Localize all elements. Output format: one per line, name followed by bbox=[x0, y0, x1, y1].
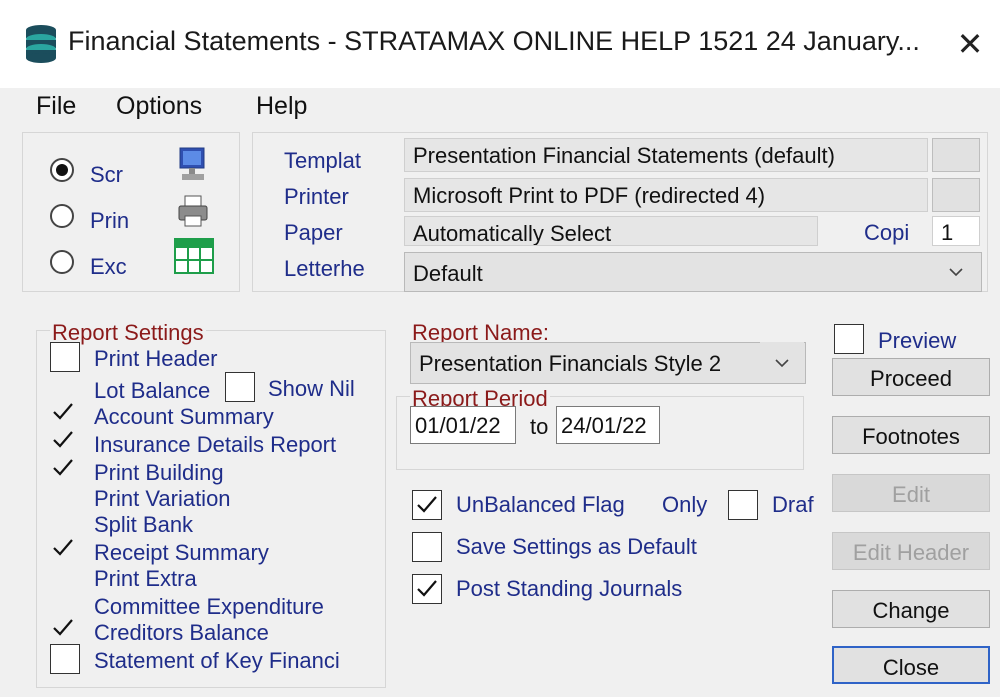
template-field[interactable]: Presentation Financial Statements (defau… bbox=[404, 138, 928, 172]
chevron-down-icon bbox=[775, 359, 789, 368]
printer-browse-button[interactable] bbox=[932, 178, 980, 212]
title-bar: Financial Statements - STRATAMAX ONLINE … bbox=[0, 0, 1000, 88]
checkmark-icon bbox=[53, 459, 73, 476]
checkmark-icon bbox=[53, 619, 73, 636]
footnotes-button[interactable]: Footnotes bbox=[832, 416, 990, 454]
report-setting-label: Statement of Key Financi bbox=[94, 648, 340, 673]
radio-excel[interactable] bbox=[50, 250, 74, 274]
preview-label: Preview bbox=[878, 328, 957, 353]
save-default-label: Save Settings as Default bbox=[456, 534, 697, 559]
checkmark-icon bbox=[417, 496, 437, 513]
report-setting-checkbox[interactable] bbox=[50, 482, 76, 508]
copies-label: Copi bbox=[864, 220, 910, 245]
report-setting-checkbox[interactable] bbox=[50, 536, 76, 562]
report-setting-label: Creditors Balance bbox=[94, 620, 269, 645]
edit-header-button[interactable]: Edit Header bbox=[832, 532, 990, 570]
radio-printer[interactable] bbox=[50, 204, 74, 228]
report-setting-label: Committee Expenditure bbox=[94, 594, 324, 619]
paper-field[interactable]: Automatically Select bbox=[404, 216, 818, 246]
preview-checkbox[interactable] bbox=[834, 324, 864, 354]
checkmark-icon bbox=[53, 539, 73, 556]
radio-printer-label: Prin bbox=[90, 208, 130, 233]
spreadsheet-icon bbox=[174, 238, 214, 274]
close-button[interactable]: Close bbox=[832, 646, 990, 684]
window-title: Financial Statements - STRATAMAX ONLINE … bbox=[68, 26, 920, 56]
report-name-arrow-area[interactable] bbox=[760, 342, 804, 382]
report-setting-label: Lot Balance bbox=[94, 378, 211, 403]
report-setting-checkbox[interactable] bbox=[50, 644, 80, 674]
period-to-input[interactable]: 24/01/22 bbox=[556, 406, 660, 444]
letterhead-value: Default bbox=[413, 261, 483, 286]
show-nil-checkbox[interactable] bbox=[225, 372, 255, 402]
edit-button[interactable]: Edit bbox=[832, 474, 990, 512]
period-to-label: to bbox=[530, 414, 549, 439]
checkmark-icon bbox=[53, 403, 73, 420]
report-setting-label: Account Summary bbox=[94, 404, 274, 429]
report-name-dropdown[interactable]: Presentation Financials Style 2 bbox=[410, 342, 806, 384]
report-setting-label: Receipt Summary bbox=[94, 540, 269, 565]
report-setting-checkbox[interactable] bbox=[50, 508, 76, 534]
report-setting-label: Split Bank bbox=[94, 512, 194, 537]
period-from-input[interactable]: 01/01/22 bbox=[410, 406, 516, 444]
monitor-icon bbox=[179, 147, 205, 180]
show-nil-label: Show Nil bbox=[268, 376, 355, 401]
report-setting-label: Insurance Details Report bbox=[94, 432, 337, 457]
report-setting-checkbox[interactable] bbox=[50, 456, 76, 482]
draft-checkbox[interactable] bbox=[728, 490, 758, 520]
chevron-down-icon bbox=[949, 268, 963, 277]
change-button[interactable]: Change bbox=[832, 590, 990, 628]
report-setting-checkbox[interactable] bbox=[50, 590, 76, 616]
report-setting-label: Print Building bbox=[94, 460, 224, 485]
stratamax-logo-icon bbox=[26, 25, 56, 63]
printer-label: Printer bbox=[284, 184, 349, 209]
template-browse-button[interactable] bbox=[932, 138, 980, 172]
menu-file[interactable]: File bbox=[36, 92, 76, 121]
printer-field[interactable]: Microsoft Print to PDF (redirected 4) bbox=[404, 178, 928, 212]
post-journals-label: Post Standing Journals bbox=[456, 576, 683, 601]
report-setting-label: Print Variation bbox=[94, 486, 231, 511]
only-label: Only bbox=[662, 492, 708, 517]
unbalanced-flag-label: UnBalanced Flag bbox=[456, 492, 625, 517]
printer-icon bbox=[178, 195, 208, 227]
report-name-value: Presentation Financials Style 2 bbox=[419, 351, 722, 376]
letterhead-label: Letterhe bbox=[284, 256, 365, 281]
report-setting-label: Print Header bbox=[94, 346, 218, 371]
report-setting-checkbox[interactable] bbox=[50, 562, 76, 588]
report-setting-checkbox[interactable] bbox=[50, 374, 76, 400]
radio-screen-label: Scr bbox=[90, 162, 123, 187]
radio-screen[interactable] bbox=[50, 158, 74, 182]
save-default-checkbox[interactable] bbox=[412, 532, 442, 562]
report-setting-label: Print Extra bbox=[94, 566, 197, 591]
draft-label: Draf bbox=[772, 492, 814, 517]
paper-label: Paper bbox=[284, 220, 343, 245]
report-setting-checkbox[interactable] bbox=[50, 342, 80, 372]
menu-options[interactable]: Options bbox=[116, 92, 202, 121]
letterhead-dropdown[interactable]: Default bbox=[404, 252, 982, 292]
unbalanced-flag-checkbox[interactable] bbox=[412, 490, 442, 520]
close-window-button[interactable]: ✕ bbox=[950, 22, 990, 66]
radio-excel-label: Exc bbox=[90, 254, 127, 279]
report-setting-checkbox[interactable] bbox=[50, 616, 76, 642]
template-label: Templat bbox=[284, 148, 362, 173]
proceed-button[interactable]: Proceed bbox=[832, 358, 990, 396]
report-setting-checkbox[interactable] bbox=[50, 400, 76, 426]
copies-field[interactable]: 1 bbox=[932, 216, 980, 246]
checkmark-icon bbox=[53, 431, 73, 448]
menu-help[interactable]: Help bbox=[256, 92, 307, 121]
post-journals-checkbox[interactable] bbox=[412, 574, 442, 604]
checkmark-icon bbox=[417, 580, 437, 597]
report-setting-checkbox[interactable] bbox=[50, 428, 76, 454]
